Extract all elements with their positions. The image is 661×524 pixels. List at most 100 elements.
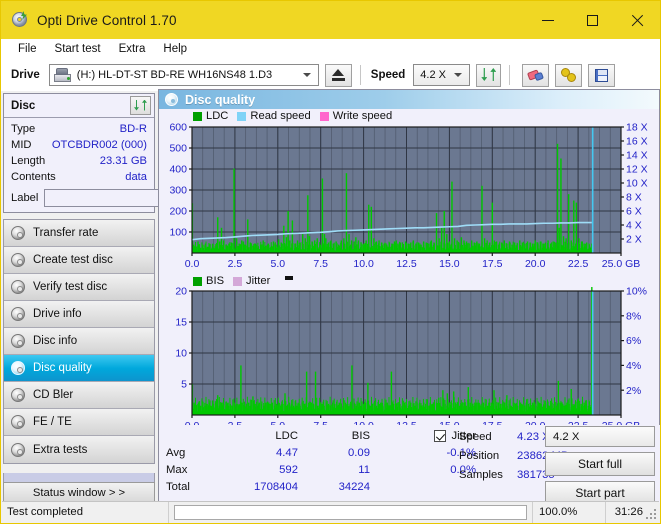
eject-button[interactable] bbox=[324, 63, 352, 87]
disc-row-value: data bbox=[125, 171, 147, 183]
stats-info-key: Position bbox=[459, 449, 500, 462]
settings-button[interactable] bbox=[555, 63, 583, 87]
menu-item-file[interactable]: File bbox=[9, 42, 46, 56]
speed-select-value: 4.2 X bbox=[420, 69, 446, 81]
sidebar-item-extra-tests[interactable]: Extra tests bbox=[4, 436, 154, 463]
erase-button[interactable] bbox=[522, 63, 550, 87]
speed-label: Speed bbox=[370, 69, 406, 81]
left-panel: Disc Type BD-R MID OTCBDR002 (000) Lengt… bbox=[3, 93, 248, 475]
svg-text:10 X: 10 X bbox=[626, 178, 648, 190]
stats-row-max: Max 592 11 0.0% bbox=[166, 461, 480, 478]
status-bar: Test completed 100.0% 31:26 bbox=[2, 501, 659, 523]
drive-select[interactable]: (H:) HL-DT-ST BD-RE WH16NS48 1.D3 bbox=[48, 64, 319, 86]
stats-value-bis: 11 bbox=[358, 463, 370, 476]
maximize-button[interactable] bbox=[570, 1, 615, 39]
disc-row-key: Type bbox=[11, 123, 36, 135]
menu-item-start-test[interactable]: Start test bbox=[46, 42, 110, 56]
speed-select[interactable]: 4.2 X bbox=[413, 64, 471, 86]
disc-icon bbox=[11, 388, 25, 402]
disc-refresh-button[interactable] bbox=[130, 96, 151, 115]
svg-text:10: 10 bbox=[175, 348, 187, 360]
save-icon bbox=[595, 68, 609, 82]
content-panel-header: Disc quality bbox=[159, 90, 659, 109]
svg-text:22.5: 22.5 bbox=[568, 258, 589, 270]
disc-rows: Type BD-R MID OTCBDR002 (000) Length 23.… bbox=[4, 118, 248, 209]
eject-bar-icon bbox=[331, 78, 345, 81]
svg-text:0.0: 0.0 bbox=[185, 258, 200, 270]
jitter-checkbox[interactable] bbox=[433, 429, 446, 442]
disc-icon bbox=[11, 226, 25, 240]
toolbar-divider-1 bbox=[359, 65, 361, 85]
svg-text:400: 400 bbox=[169, 164, 187, 176]
close-icon bbox=[631, 14, 644, 27]
optical-drive-icon bbox=[53, 68, 71, 82]
svg-text:600: 600 bbox=[169, 123, 187, 134]
legend-swatch-write-speed bbox=[319, 111, 329, 121]
sidebar-item-transfer-rate[interactable]: Transfer rate bbox=[4, 220, 154, 247]
disc-row-value: OTCBDR002 (000) bbox=[51, 139, 147, 151]
top-chart: 100 200 300 400 500 600 2 X 4 X 6 X 8 X 10 X 12 X 14… bbox=[159, 123, 659, 273]
top-chart-svg: 100 200 300 400 500 600 2 X 4 X 6 X 8 X 10 X 12 X 14… bbox=[169, 123, 648, 270]
stats-row-avg: Avg 4.47 0.09 -0.1% bbox=[166, 444, 480, 461]
legend-label-jitter: Jitter bbox=[246, 275, 271, 287]
refresh-icon bbox=[134, 99, 147, 112]
sidebar-item-create-test-disc[interactable]: Create test disc bbox=[4, 247, 154, 274]
svg-text:7.5: 7.5 bbox=[313, 258, 328, 270]
menu-item-extra[interactable]: Extra bbox=[110, 42, 155, 56]
minimize-button[interactable] bbox=[525, 1, 570, 39]
content-panel: Disc quality LDC Read speed Write speed … bbox=[158, 89, 660, 505]
test-nav-list: Transfer rate Create test disc Verify te… bbox=[3, 219, 155, 464]
sidebar-item-drive-info[interactable]: Drive info bbox=[4, 301, 154, 328]
refresh-button[interactable] bbox=[476, 63, 502, 87]
svg-text:20: 20 bbox=[175, 287, 187, 298]
svg-text:2 X: 2 X bbox=[626, 234, 642, 246]
start-full-button[interactable]: Start full bbox=[545, 452, 655, 476]
stats-value-ldc: 1708404 bbox=[254, 480, 298, 493]
refresh-icon bbox=[481, 68, 497, 82]
svg-text:5.0: 5.0 bbox=[270, 258, 285, 270]
toolbar-divider-2 bbox=[509, 65, 511, 85]
progress-bar bbox=[174, 504, 527, 520]
sidebar-item-disc-quality[interactable]: Disc quality bbox=[4, 355, 154, 382]
sidebar-item-verify-test-disc[interactable]: Verify test disc bbox=[4, 274, 154, 301]
legend-marker-icon bbox=[285, 276, 294, 280]
title-bar: Opti Drive Control 1.70 bbox=[1, 1, 660, 39]
menu-item-help[interactable]: Help bbox=[154, 42, 196, 56]
disc-icon bbox=[11, 415, 25, 429]
resize-grip-icon[interactable] bbox=[644, 507, 656, 519]
maximize-icon bbox=[587, 14, 598, 26]
drive-toolbar: Drive (H:) HL-DT-ST BD-RE WH16NS48 1.D3 … bbox=[1, 59, 660, 91]
left-panel-filler bbox=[3, 473, 155, 482]
sidebar-item-label: Transfer rate bbox=[33, 227, 99, 239]
bottom-chart-legend: BIS Jitter bbox=[159, 273, 659, 287]
test-speed-select[interactable]: 4.2 X bbox=[545, 426, 655, 447]
disc-quality-icon bbox=[165, 93, 178, 106]
disc-icon bbox=[11, 280, 25, 294]
bottom-chart: 51015202%4%6%8%10%0.02.55.07.510.012.515… bbox=[159, 287, 659, 435]
minimize-icon bbox=[541, 19, 554, 21]
svg-text:18 X: 18 X bbox=[626, 123, 648, 134]
disc-icon bbox=[11, 361, 25, 375]
sidebar-item-fe-te[interactable]: FE / TE bbox=[4, 409, 154, 436]
svg-text:14 X: 14 X bbox=[626, 150, 648, 162]
save-button[interactable] bbox=[588, 63, 616, 87]
legend-label-ldc: LDC bbox=[206, 110, 229, 122]
svg-text:12.5: 12.5 bbox=[396, 258, 417, 270]
disc-row-key: MID bbox=[11, 139, 32, 151]
svg-text:4 X: 4 X bbox=[626, 220, 642, 232]
sidebar-item-disc-info[interactable]: Disc info bbox=[4, 328, 154, 355]
svg-text:6 X: 6 X bbox=[626, 206, 642, 218]
close-button[interactable] bbox=[615, 1, 660, 39]
sidebar-item-cd-bler[interactable]: CD Bler bbox=[4, 382, 154, 409]
stats-row-key: Total bbox=[166, 480, 190, 493]
svg-text:20.0: 20.0 bbox=[525, 258, 546, 270]
disc-icon bbox=[11, 253, 25, 267]
status-divider-1 bbox=[168, 501, 169, 523]
disc-row-key: Length bbox=[11, 155, 46, 167]
action-buttons: 4.2 X Start full Start part bbox=[545, 426, 655, 505]
chevron-down-icon bbox=[454, 73, 463, 77]
disc-label-row: Label bbox=[11, 187, 248, 209]
svg-text:8 X: 8 X bbox=[626, 192, 642, 204]
svg-text:16 X: 16 X bbox=[626, 136, 648, 148]
svg-text:10.0: 10.0 bbox=[353, 258, 374, 270]
